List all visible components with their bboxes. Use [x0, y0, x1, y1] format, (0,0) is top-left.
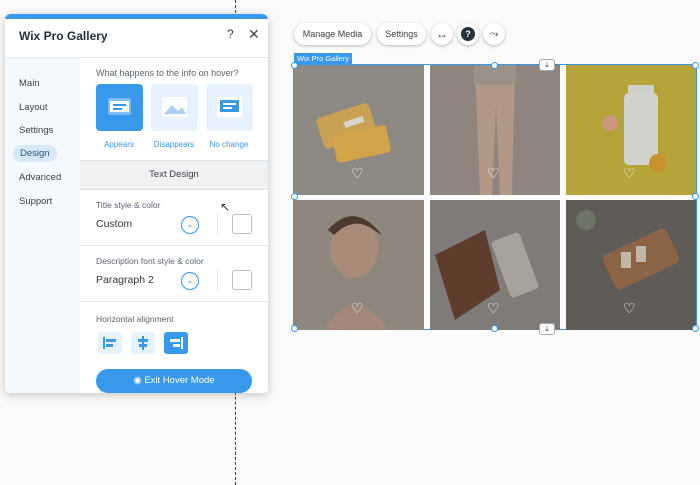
resize-handle-top-left[interactable]	[291, 62, 298, 69]
download-icon[interactable]: ⤓	[539, 59, 555, 71]
sidebar-item-layout[interactable]: Layout	[19, 102, 48, 113]
close-icon[interactable]: ✕	[248, 26, 260, 43]
resize-handle-bottom-right[interactable]	[692, 325, 699, 332]
description-style-value: Paragraph 2	[96, 274, 154, 286]
hover-option-disappears[interactable]	[151, 84, 198, 131]
gallery-tile-serum[interactable]: ♡	[430, 200, 560, 330]
title-style-separator	[217, 214, 218, 234]
sidebar-item-support[interactable]: Support	[19, 196, 52, 207]
hover-option-no-change[interactable]	[206, 84, 253, 131]
disappears-icon	[162, 97, 187, 117]
align-left-icon	[103, 337, 116, 349]
heart-icon[interactable]: ♡	[351, 165, 364, 182]
description-style-separator	[217, 270, 218, 290]
download-icon[interactable]: ⤓	[539, 323, 555, 335]
heart-icon[interactable]: ♡	[487, 300, 500, 317]
gallery-tile-bottle[interactable]: ♡	[566, 65, 696, 195]
resize-handle-top-right[interactable]	[692, 62, 699, 69]
gallery-tile-tray[interactable]: ♡	[566, 200, 696, 330]
title-style-label: Title style & color	[96, 200, 161, 210]
panel-content: What happens to the info on hover? Appea…	[80, 58, 268, 393]
stretch-icon[interactable]: ↔	[431, 23, 453, 45]
appears-label: Appears	[104, 140, 134, 149]
align-center-button[interactable]	[131, 332, 155, 354]
no-change-icon	[217, 97, 242, 117]
exit-hover-mode-button[interactable]: ◉ Exit Hover Mode	[96, 369, 252, 393]
sidebar-item-advanced[interactable]: Advanced	[19, 172, 61, 183]
align-right-icon	[170, 337, 183, 349]
gallery-tile-legs[interactable]: ♡	[430, 65, 560, 195]
mouse-cursor-icon: ↖	[220, 200, 231, 214]
eye-icon: ◉	[133, 375, 145, 386]
align-left-button[interactable]	[98, 332, 122, 354]
sidebar-item-main[interactable]: Main	[19, 78, 40, 89]
gallery-tile-woman[interactable]: ♡	[294, 200, 424, 330]
title-style-dropdown-icon[interactable]: ⌄	[181, 216, 199, 234]
heart-icon[interactable]: ♡	[623, 165, 636, 182]
align-center-icon	[138, 336, 148, 350]
resize-handle-bottom-left[interactable]	[291, 325, 298, 332]
exit-hover-mode-label: Exit Hover Mode	[144, 375, 215, 386]
settings-button[interactable]: Settings	[377, 23, 426, 45]
disappears-label: Disappears	[153, 140, 195, 149]
gallery-tile-soap[interactable]: ♡	[294, 65, 424, 195]
question-icon: ?	[461, 27, 475, 41]
panel-title: Wix Pro Gallery	[19, 29, 108, 43]
description-style-label: Description font style & color	[96, 256, 204, 266]
title-style-value: Custom	[96, 218, 133, 230]
heart-icon[interactable]: ♡	[487, 165, 500, 182]
divider	[80, 301, 268, 302]
hover-option-appears[interactable]	[96, 84, 143, 131]
alignment-label: Horizontal alignment	[96, 314, 174, 324]
sidebar-item-settings[interactable]: Settings	[19, 125, 53, 136]
manage-media-button[interactable]: Manage Media	[294, 23, 371, 45]
hover-question: What happens to the info on hover?	[96, 68, 239, 78]
panel-topbar	[5, 14, 268, 19]
gallery-tag: Wix Pro Gallery	[294, 53, 353, 64]
align-right-button[interactable]	[164, 332, 188, 354]
appears-icon	[108, 98, 131, 115]
resize-handle-bottom[interactable]	[491, 325, 498, 332]
sidebar-item-design[interactable]: Design	[13, 145, 57, 162]
title-color-swatch[interactable]	[232, 214, 252, 234]
heart-icon[interactable]: ♡	[351, 300, 364, 317]
resize-handle-left[interactable]	[291, 193, 298, 200]
heart-icon[interactable]: ♡	[623, 300, 636, 317]
section-title: Text Design	[149, 169, 199, 180]
help-icon[interactable]: ?	[227, 27, 234, 41]
help-button[interactable]: ?	[457, 23, 479, 45]
divider	[80, 245, 268, 246]
animation-icon[interactable]: ⤳	[483, 23, 505, 45]
text-design-band: Text Design	[80, 160, 268, 190]
resize-handle-right[interactable]	[692, 193, 699, 200]
no-change-label: No change	[209, 140, 249, 149]
resize-handle-top[interactable]	[491, 62, 498, 69]
panel-sidebar: Main Layout Settings Design Advanced Sup…	[5, 58, 80, 393]
description-style-dropdown-icon[interactable]: ⌄	[181, 272, 199, 290]
description-color-swatch[interactable]	[232, 270, 252, 290]
